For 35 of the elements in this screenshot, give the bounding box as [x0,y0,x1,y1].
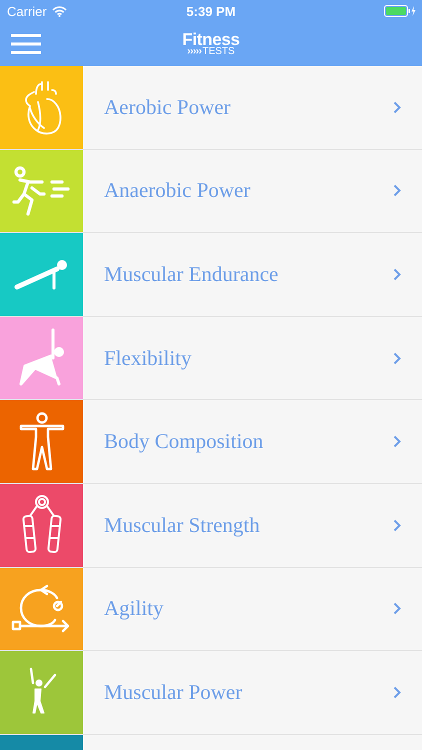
stretching-person-icon [18,328,64,388]
test-label: Aerobic Power [104,94,232,120]
test-row[interactable]: Anaerobic Power [0,150,422,232]
test-label: Muscular Power [104,680,244,705]
test-row[interactable]: Agility [0,568,422,650]
chevron-icon [393,184,401,198]
test-label: Agility [104,596,165,622]
chevron-icon [393,518,401,532]
chevron-icon [393,602,401,616]
status-time: 5:39 PM [186,4,236,18]
chevron-icon [393,686,401,699]
test-label: Muscular Endurance [104,262,280,287]
chevron-icon [393,352,401,365]
test-label: Anaerobic Power [104,178,252,204]
test-row[interactable]: Muscular Power [0,651,422,734]
battery-icon [384,5,416,17]
logo-subtitle: TESTS [202,47,235,57]
test-label: Flexibility [104,346,193,371]
test-label: Muscular Strength [104,512,261,538]
logo-arrows: ››››› [187,47,202,57]
chevron-icon [393,100,401,114]
test-label: Body Composition [104,429,264,454]
logo-title: Fitness [182,31,240,48]
running-person-icon [12,166,72,216]
chevron-icon [393,435,401,448]
chevron-icon [393,268,401,281]
carrier-name: Carrier [7,4,47,18]
test-row[interactable]: Muscular Endurance [0,233,422,316]
test-row[interactable]: Body Composition [0,400,422,483]
standing-person-icon [18,412,64,472]
test-row[interactable]: Flexibility [0,316,422,400]
menu-button[interactable] [11,34,41,54]
test-row[interactable]: Aerobic Power [0,66,422,149]
test-row[interactable]: Muscular Strength [0,484,422,567]
wifi-icon [52,6,67,16]
